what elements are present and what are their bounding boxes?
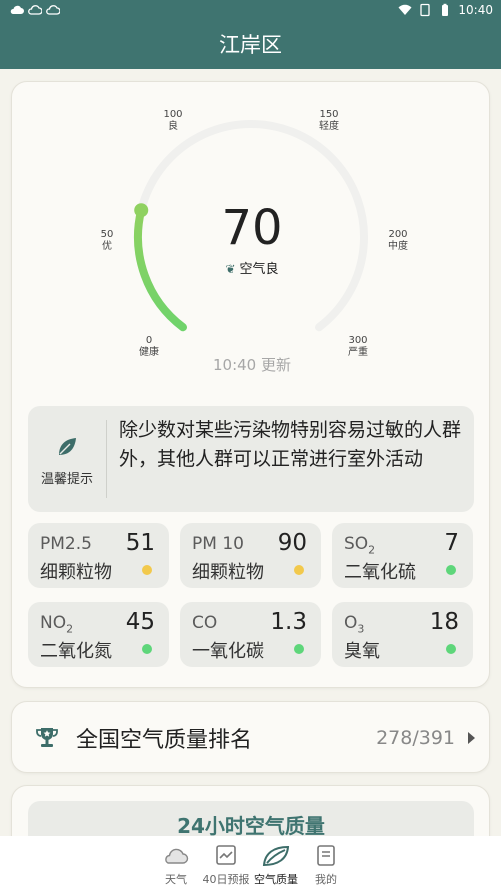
pollutant-value: 1.3 [270,609,307,635]
aqi-level: ❦ 空气良 [212,258,292,277]
pollutant-name: PM 10 [192,534,244,554]
gauge-progress [134,206,187,332]
nav-label: 我的 [315,873,337,886]
tip-text: 除少数对某些污染物特别容易过敏的人群外，其他人群可以正常进行室外活动 [119,419,462,470]
sim-icon [420,3,431,17]
pollutant-name: O3 [344,613,365,636]
leaf-icon [59,438,76,455]
pollutant-value: 45 [125,609,155,635]
bottom-nav: 天气 40日预报 空气质量 我的 [0,836,501,892]
pollutant-name: PM2.5 [40,534,92,554]
nav-label: 天气 [165,873,187,886]
aqi-level-text: 空气良 [239,262,279,277]
ranking-title: 全国空气质量排名 [76,728,253,753]
pollutant-desc: 二氧化硫 [344,562,416,583]
app-bar: 江岸区 [0,22,501,69]
pollutant-desc: 细颗粒物 [192,562,264,583]
pollutant-value: 51 [125,530,155,556]
pollutant-co[interactable]: CO 1.3 一氧化碳 [180,602,321,667]
pollutant-name: NO2 [40,613,74,636]
nav-label: 40日预报 [202,873,250,886]
pollutant-desc: 一氧化碳 [192,641,264,662]
gauge-indicator [134,203,149,218]
status-dot [142,644,152,654]
health-tip: 温馨提示 除少数对某些污染物特别容易过敏的人群外，其他人群可以正常进行室外活动 [28,406,474,512]
pollutant-desc: 二氧化氮 [40,641,112,662]
leaf-icon: ❦ [225,262,236,276]
page-title: 江岸区 [219,33,282,57]
nav-weather[interactable]: 天气 [149,844,203,887]
pollutant-name: SO2 [344,534,376,557]
ranking-value: 278/391 [376,727,455,749]
gauge-tick-0: 0 健康 [139,335,159,358]
tip-header: 温馨提示 [28,406,106,512]
nav-label: 空气质量 [254,873,298,886]
gauge-tick-150: 150 轻度 [319,109,339,132]
aqi-card: 0 健康 50 优 100 良 150 轻度 200 中度 300 严重 70 ❦ 空气良 1… [11,81,490,688]
divider [106,420,107,498]
cloud-icon [10,5,24,14]
cloud-icon [28,5,42,15]
pollutant-desc: 臭氧 [344,641,380,662]
status-bar: 10:40 [0,0,501,22]
pollutant-so2[interactable]: SO2 7 二氧化硫 [332,523,473,588]
wifi-icon [398,4,412,15]
gauge-tick-50: 50 优 [100,229,114,252]
cloud-icon [46,5,60,15]
leaf-icon [262,845,290,867]
national-ranking-row[interactable]: 全国空气质量排名 278/391 [11,701,490,773]
status-dot [446,644,456,654]
forecast-chart-icon [216,845,236,865]
pollutant-value: 90 [277,530,307,556]
battery-icon [442,3,449,16]
gauge-tick-100: 100 良 [163,109,183,132]
status-dot [294,565,304,575]
pollutant-no2[interactable]: NO2 45 二氧化氮 [28,602,169,667]
status-dot [446,565,456,575]
pollutant-pm10[interactable]: PM 10 90 细颗粒物 [180,523,321,588]
nav-forecast[interactable]: 40日预报 [199,844,253,887]
pollutant-pm25[interactable]: PM2.5 51 细颗粒物 [28,523,169,588]
pollutant-name: CO [192,613,218,633]
pollutant-o3[interactable]: O3 18 臭氧 [332,602,473,667]
pollutant-value: 18 [429,609,459,635]
status-dot [294,644,304,654]
weather-cloud-icon [165,848,189,864]
gauge-tick-300: 300 严重 [348,335,368,358]
status-time: 10:40 [458,3,493,17]
nav-air-quality[interactable]: 空气质量 [249,844,303,887]
trophy-icon [36,728,58,747]
update-time: 10:40 更新 [213,356,291,374]
pollutant-desc: 细颗粒物 [40,562,112,583]
profile-doc-icon [317,845,335,866]
chevron-right-icon [468,732,475,744]
pollutant-value: 7 [444,530,459,556]
nav-profile[interactable]: 我的 [299,844,353,887]
aqi-value: 70 [221,200,283,256]
tip-label: 温馨提示 [40,472,93,487]
gauge-tick-200: 200 中度 [388,229,408,252]
status-dot [142,565,152,575]
